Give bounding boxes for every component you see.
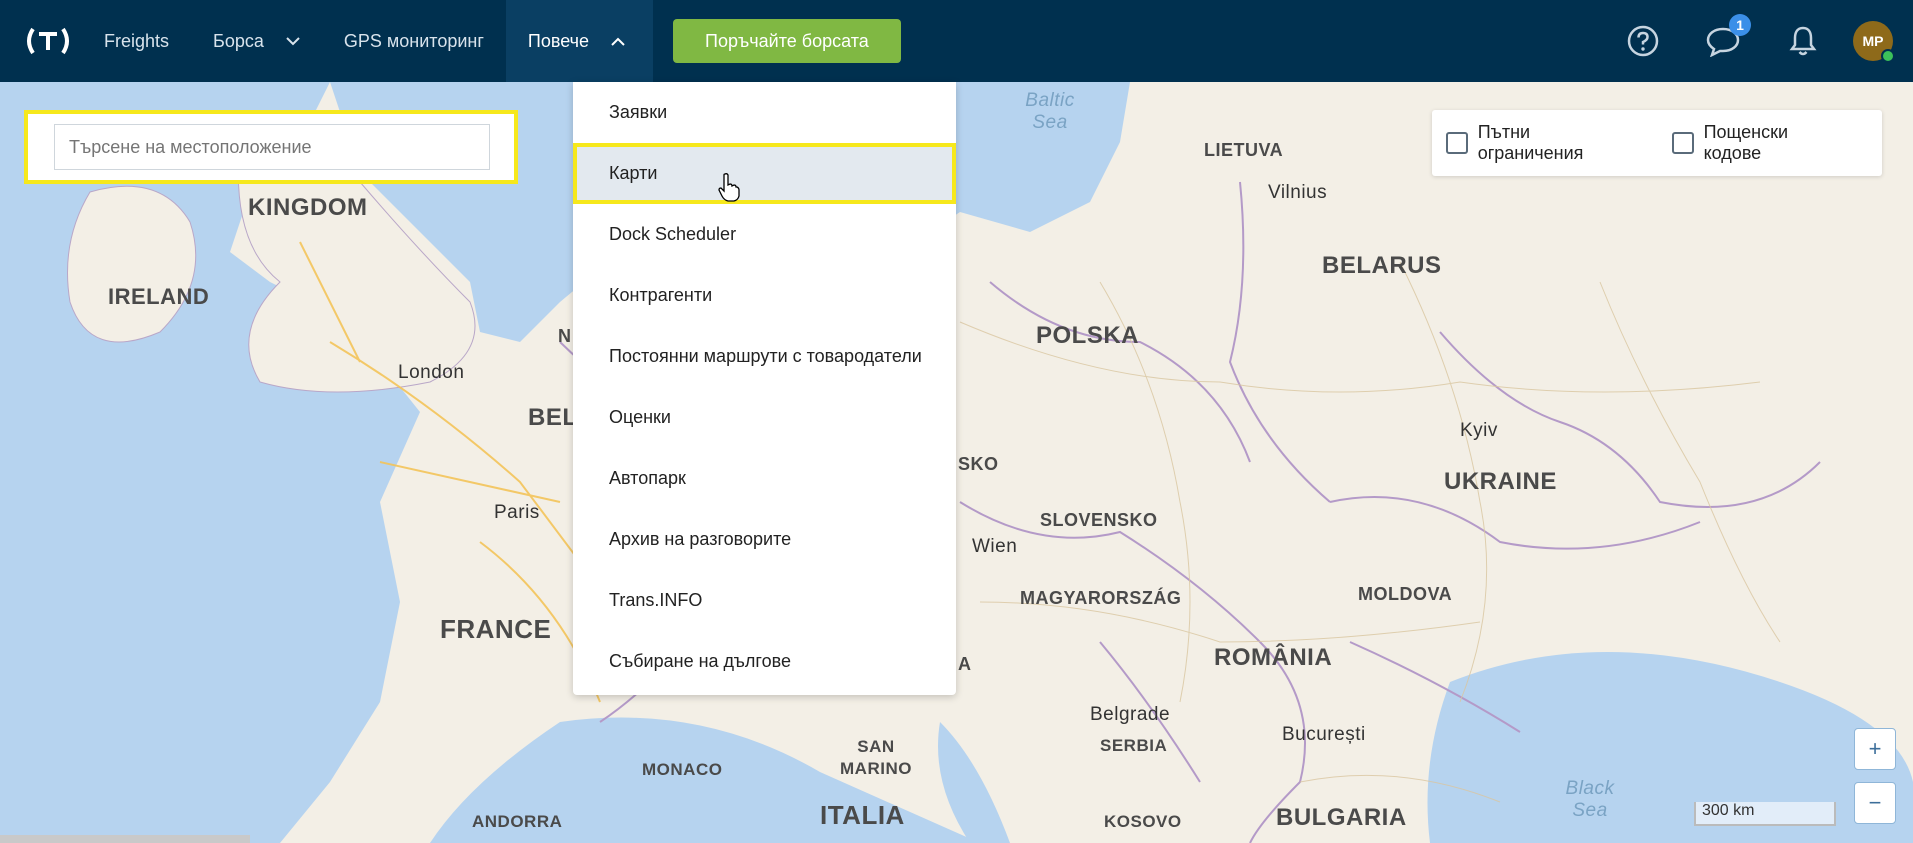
map-label-country: UKRAINE: [1444, 468, 1557, 495]
map-canvas[interactable]: KINGDOM IRELAND FRANCE POLSKA BELARUS UK…: [0, 82, 1913, 843]
map-label-country: SKO: [958, 454, 999, 474]
map-label-city: Belgrade: [1090, 704, 1171, 725]
menu-item-regular-routes[interactable]: Постоянни маршрути с товародатели: [573, 326, 956, 387]
map-label-city: București: [1282, 724, 1366, 745]
nav-gps-monitoring[interactable]: GPS мониторинг: [322, 0, 506, 82]
map-label-country: A: [958, 654, 972, 674]
map-label-country: N: [558, 326, 572, 346]
map-label-country: POLSKA: [1036, 322, 1140, 349]
menu-item-fleet[interactable]: Автопарк: [573, 448, 956, 509]
user-avatar[interactable]: MP: [1853, 21, 1895, 63]
location-search-input[interactable]: [54, 124, 490, 170]
map-label-country: MOLDOVA: [1358, 584, 1453, 604]
bell-icon[interactable]: [1763, 0, 1843, 82]
map-label-country: BELARUS: [1322, 252, 1442, 279]
menu-item-trans-info[interactable]: Trans.INFO: [573, 570, 956, 631]
zoom-out-button[interactable]: −: [1854, 782, 1896, 824]
menu-item-debt-collection[interactable]: Събиране на дългове: [573, 631, 956, 692]
map-label-country: ROMÂNIA: [1214, 644, 1333, 671]
map-label-sea: Black Sea: [1565, 778, 1615, 821]
map-label-city: Kyiv: [1460, 420, 1498, 441]
map-label-country: SAN MARINO: [840, 737, 912, 778]
horizontal-scrollbar[interactable]: [0, 835, 250, 843]
map-label-country: KINGDOM: [248, 194, 368, 221]
menu-item-contractors[interactable]: Контрагенти: [573, 265, 956, 326]
map-filter-panel: Пътни ограничения Пощенски кодове: [1432, 110, 1882, 176]
messages-icon[interactable]: 1: [1683, 0, 1763, 82]
nav-more[interactable]: Повече: [505, 0, 654, 82]
order-exchange-button[interactable]: Поръчайте борсата: [673, 19, 901, 63]
map-label-country: SERBIA: [1100, 736, 1168, 755]
chevron-up-icon: [611, 37, 625, 46]
top-navbar: Freights Борса GPS мониторинг Повече Пор…: [0, 0, 1913, 82]
menu-item-chat-archive[interactable]: Архив на разговорите: [573, 509, 956, 570]
menu-item-dock-scheduler[interactable]: Dock Scheduler: [573, 204, 956, 265]
zoom-in-button[interactable]: +: [1854, 728, 1896, 770]
map-scale-bar: 300 km: [1694, 802, 1836, 826]
checkbox-icon: [1446, 132, 1468, 154]
menu-item-requests[interactable]: Заявки: [573, 82, 956, 143]
map-label-city: London: [398, 362, 465, 383]
road-restrictions-checkbox[interactable]: Пътни ограничения: [1446, 122, 1638, 164]
map-label-country: MONACO: [642, 760, 723, 779]
checkbox-icon: [1671, 132, 1694, 154]
hand-pointer-cursor-icon: [718, 172, 740, 207]
help-icon[interactable]: [1603, 0, 1683, 82]
trans-logo-icon[interactable]: [14, 0, 82, 82]
map-label-country: BULGARIA: [1276, 804, 1407, 831]
map-label-country: LIETUVA: [1204, 140, 1284, 160]
nav-exchange[interactable]: Борса: [191, 0, 322, 82]
map-label-country: ANDORRA: [472, 812, 563, 831]
nav-freights[interactable]: Freights: [82, 0, 191, 82]
menu-item-maps[interactable]: Карти: [573, 143, 956, 204]
more-dropdown-menu: Заявки Карти Dock Scheduler Контрагенти …: [573, 82, 956, 695]
map-label-sea: Baltic Sea: [1025, 90, 1075, 133]
map-label-country: SLOVENSKO: [1040, 510, 1158, 530]
map-label-country: KOSOVO: [1104, 812, 1182, 831]
postal-codes-checkbox[interactable]: Пощенски кодове: [1671, 122, 1848, 164]
map-label-country: BEL: [528, 404, 578, 431]
map-label-country: FRANCE: [440, 614, 552, 644]
map-label-country: ITALIA: [820, 800, 905, 830]
map-label-city: Paris: [494, 502, 540, 523]
map-label-country: IRELAND: [108, 284, 210, 309]
menu-item-ratings[interactable]: Оценки: [573, 387, 956, 448]
messages-badge: 1: [1729, 14, 1751, 36]
chevron-down-icon: [286, 36, 300, 46]
map-label-city: Wien: [972, 536, 1018, 557]
online-status-indicator: [1881, 49, 1895, 63]
map-label-city: Vilnius: [1268, 182, 1328, 203]
location-search-box: [24, 110, 518, 184]
map-label-country: MAGYARORSZÁG: [1020, 588, 1182, 608]
